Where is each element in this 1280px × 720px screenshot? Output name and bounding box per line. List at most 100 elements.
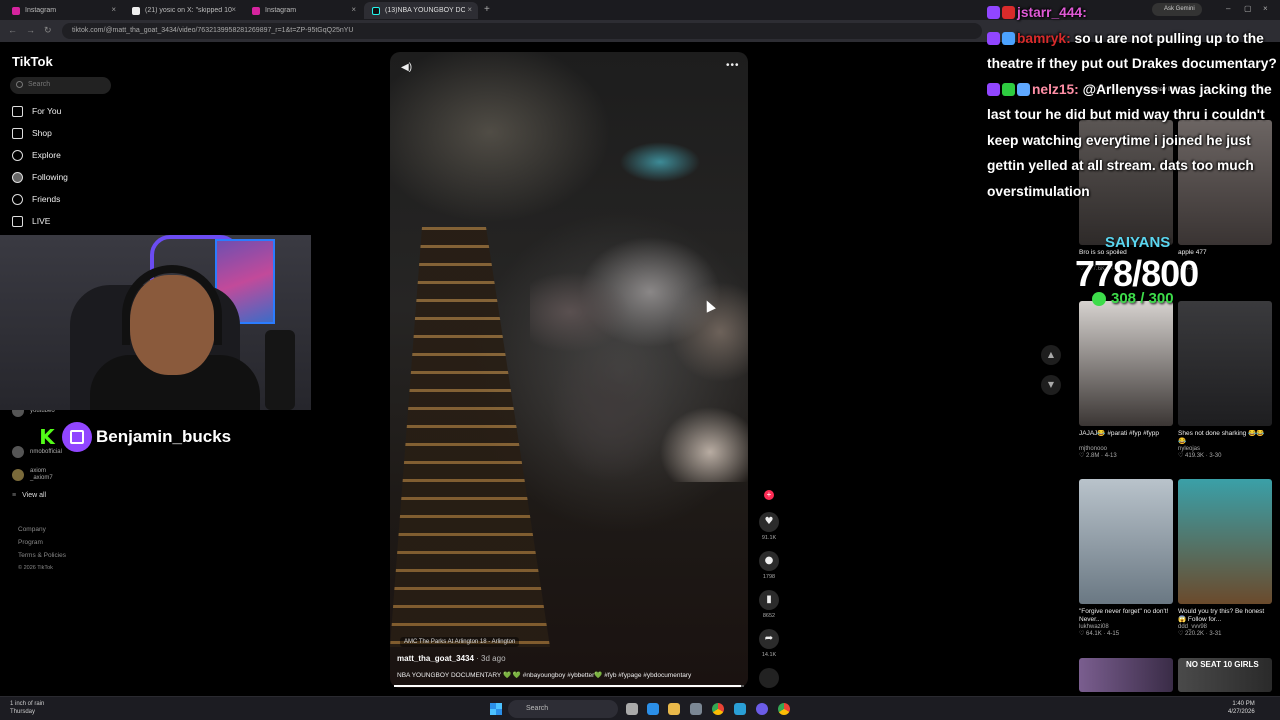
chrome-icon[interactable]	[712, 703, 724, 715]
browser-tab[interactable]: Instagram ×	[4, 2, 122, 19]
close-tab-icon[interactable]: ×	[467, 5, 472, 14]
search-input[interactable]: Search	[10, 77, 111, 94]
sub-goal: 308 / 300	[1092, 290, 1174, 307]
nav-label: Explore	[32, 150, 61, 160]
save-button[interactable]: ▮ 8652	[758, 590, 780, 619]
view-all-link[interactable]: ≡ View all	[12, 492, 46, 499]
back-icon[interactable]: ←	[8, 25, 17, 35]
weather-day: Thursday	[10, 709, 36, 715]
next-video-button[interactable]: ▼	[1041, 375, 1061, 395]
video-location[interactable]: AMC The Parks At Arlington 18 - Arlingto…	[400, 637, 520, 647]
video-progress-bar[interactable]	[394, 685, 744, 687]
footer-company[interactable]: Company	[18, 526, 46, 533]
comment-count: 1798	[762, 574, 776, 580]
comment-button[interactable]: ● 1798	[758, 551, 780, 580]
nav-shop[interactable]: Shop	[12, 126, 52, 140]
weather-widget[interactable]: 1 inch of rain Thursday	[10, 700, 44, 716]
forward-icon[interactable]: →	[26, 25, 35, 35]
card-thumbnail	[1079, 479, 1173, 604]
sub-badge-icon	[1002, 31, 1015, 45]
url-input[interactable]: tiktok.com/@matt_tha_goat_3434/video/763…	[62, 23, 982, 39]
settings-icon[interactable]	[690, 703, 702, 715]
list-icon: ≡	[12, 492, 17, 499]
new-tab-button[interactable]: +	[484, 4, 490, 15]
windows-start-icon[interactable]	[490, 703, 502, 715]
clock-date: 4/27/2026	[1228, 709, 1255, 715]
instagram-favicon-icon	[12, 6, 20, 15]
twitch-badge-icon	[987, 6, 1000, 19]
chat-overlay: jstarr_444: bamryk: so u are not pulling…	[987, 0, 1277, 204]
suggested-account[interactable]: axiom _axiom7	[12, 468, 53, 482]
friends-icon	[12, 193, 23, 205]
instagram-favicon-icon	[252, 6, 260, 15]
nav-for-you[interactable]: For You	[12, 104, 61, 118]
card-stats: ♡ 220.2K · 3-31	[1178, 631, 1222, 637]
nav-explore[interactable]: Explore	[12, 148, 61, 162]
close-tab-icon[interactable]: ×	[231, 5, 236, 14]
browser-tab[interactable]: (21) yosic on X: "skipped 10 se ×	[124, 2, 242, 19]
discord-icon[interactable]	[756, 703, 768, 715]
search-icon	[16, 81, 23, 88]
footer-program[interactable]: Program	[18, 539, 43, 546]
volume-icon[interactable]: ◀)	[401, 62, 412, 73]
compass-icon	[12, 149, 23, 161]
nav-label: Following	[32, 172, 68, 182]
streamer-tag: K Benjamin_bucks	[36, 422, 231, 452]
search-placeholder: Search	[28, 81, 51, 88]
browser-tab[interactable]: Instagram ×	[244, 2, 362, 19]
file-explorer-icon[interactable]	[668, 703, 680, 715]
microphone	[265, 330, 295, 410]
video-card[interactable]: Shes not done sharking 😂😂😂 nyleojas ♡ 41…	[1178, 301, 1272, 459]
video-card-partial[interactable]	[1079, 658, 1173, 692]
weather-text: 1 inch of rain	[10, 701, 45, 707]
sound-disc-button[interactable]	[758, 668, 780, 688]
edge-icon[interactable]	[647, 703, 659, 715]
more-options-icon[interactable]: •••	[726, 60, 740, 71]
nav-label: Friends	[32, 194, 61, 204]
like-button[interactable]: ♥ 91.1K	[758, 512, 780, 541]
close-tab-icon[interactable]: ×	[111, 5, 116, 14]
like-count: 91.1K	[761, 535, 777, 541]
bookmark-icon: ▮	[759, 590, 779, 610]
x-favicon-icon	[132, 6, 140, 15]
telegram-icon[interactable]	[734, 703, 746, 715]
previous-video-button[interactable]: ▲	[1041, 345, 1061, 365]
card-thumbnail	[1178, 479, 1272, 604]
video-stairs	[390, 227, 550, 647]
video-card[interactable]: "Forgive never forget" no don't! Never..…	[1079, 479, 1173, 637]
check-badge-icon	[1002, 82, 1015, 96]
tab-title: Instagram	[265, 7, 297, 14]
sub-goal-value: 308 / 300	[1111, 290, 1174, 307]
tab-title: Instagram	[25, 7, 57, 14]
task-view-icon[interactable]	[626, 703, 638, 715]
reload-icon[interactable]: ↻	[44, 25, 52, 36]
nav-friends[interactable]: Friends	[12, 192, 60, 206]
follow-button[interactable]: +	[758, 490, 780, 500]
video-author[interactable]: matt_tha_goat_3434 · 3d ago	[397, 654, 506, 663]
nav-label: For You	[32, 106, 62, 116]
video-card[interactable]: JAJAJ😂 #parati #fyp #fypp mjthonooo ♡ 2.…	[1079, 301, 1173, 459]
nav-following[interactable]: Following	[12, 170, 68, 184]
twitch-badge-icon	[987, 31, 1000, 45]
following-avatar-icon	[12, 171, 23, 183]
card-stats: ♡ 419.3K · 3-30	[1178, 453, 1222, 459]
video-player[interactable]	[390, 52, 748, 688]
chat-username: jstarr_444:	[1017, 5, 1087, 20]
footer-terms[interactable]: Terms & Policies	[18, 552, 66, 559]
nav-live[interactable]: LIVE	[12, 214, 50, 228]
browser-tab-active[interactable]: (13)NBA YOUNGBOY DOC ×	[364, 2, 478, 19]
nav-label: LIVE	[32, 216, 51, 226]
chat-message: bamryk: so u are not pulling up to the t…	[987, 26, 1277, 77]
chrome-icon[interactable]	[778, 703, 790, 715]
tiktok-logo[interactable]: TikTok	[12, 54, 53, 69]
video-card[interactable]: Would you try this? Be honest 😱 Follow f…	[1178, 479, 1272, 637]
taskbar-search[interactable]: Search	[508, 700, 618, 718]
card-stats: ♡ 64.1K · 4-15	[1079, 631, 1120, 637]
close-tab-icon[interactable]: ×	[351, 5, 356, 14]
card-stats: ♡ 2.8M · 4-13	[1079, 453, 1117, 459]
share-button[interactable]: ➦ 14.1K	[758, 629, 780, 658]
save-count: 8652	[762, 613, 776, 619]
view-all-label: View all	[22, 492, 47, 499]
system-clock[interactable]: 1:40 PM 4/27/2026	[1228, 700, 1255, 716]
tab-title: (13)NBA YOUNGBOY DOC	[385, 7, 465, 14]
